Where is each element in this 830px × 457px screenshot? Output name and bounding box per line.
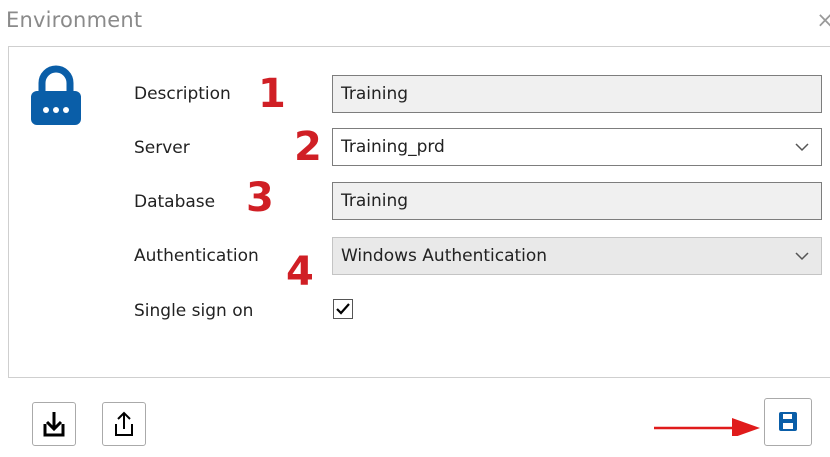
save-icon — [779, 412, 797, 431]
chevron-down-icon — [795, 252, 809, 261]
dialog-titlebar: Environment × — [0, 0, 830, 46]
close-icon[interactable]: × — [816, 8, 830, 32]
database-value: Training — [341, 191, 409, 211]
export-icon — [115, 411, 133, 436]
annotation-arrow — [654, 418, 760, 436]
description-label: Description — [134, 84, 231, 104]
annotation-marker-4: 4 — [286, 249, 314, 295]
server-select[interactable]: Training_prd — [332, 128, 822, 166]
import-icon — [43, 412, 65, 437]
server-value: Training_prd — [341, 137, 445, 157]
single-sign-on-checkbox[interactable] — [333, 299, 353, 319]
lock-icon — [31, 65, 81, 125]
import-button[interactable] — [32, 402, 76, 446]
description-value: Training — [341, 84, 409, 104]
database-label: Database — [134, 192, 216, 212]
annotation-marker-1: 1 — [258, 71, 286, 117]
save-button[interactable] — [764, 398, 812, 446]
chevron-down-icon — [795, 143, 809, 152]
single-sign-on-label: Single sign on — [134, 301, 254, 321]
server-label: Server — [134, 138, 190, 158]
checkmark-icon — [336, 303, 350, 315]
server-dropdown-button[interactable] — [783, 129, 821, 165]
annotation-marker-3: 3 — [246, 175, 274, 221]
authentication-label: Authentication — [134, 246, 259, 266]
dialog-title: Environment — [6, 8, 143, 32]
authentication-value: Windows Authentication — [341, 246, 548, 266]
export-button[interactable] — [102, 402, 146, 446]
database-field[interactable]: Training — [332, 182, 822, 220]
description-field[interactable]: Training — [332, 75, 822, 113]
authentication-select[interactable]: Windows Authentication — [332, 237, 822, 275]
annotation-marker-2: 2 — [294, 124, 322, 170]
